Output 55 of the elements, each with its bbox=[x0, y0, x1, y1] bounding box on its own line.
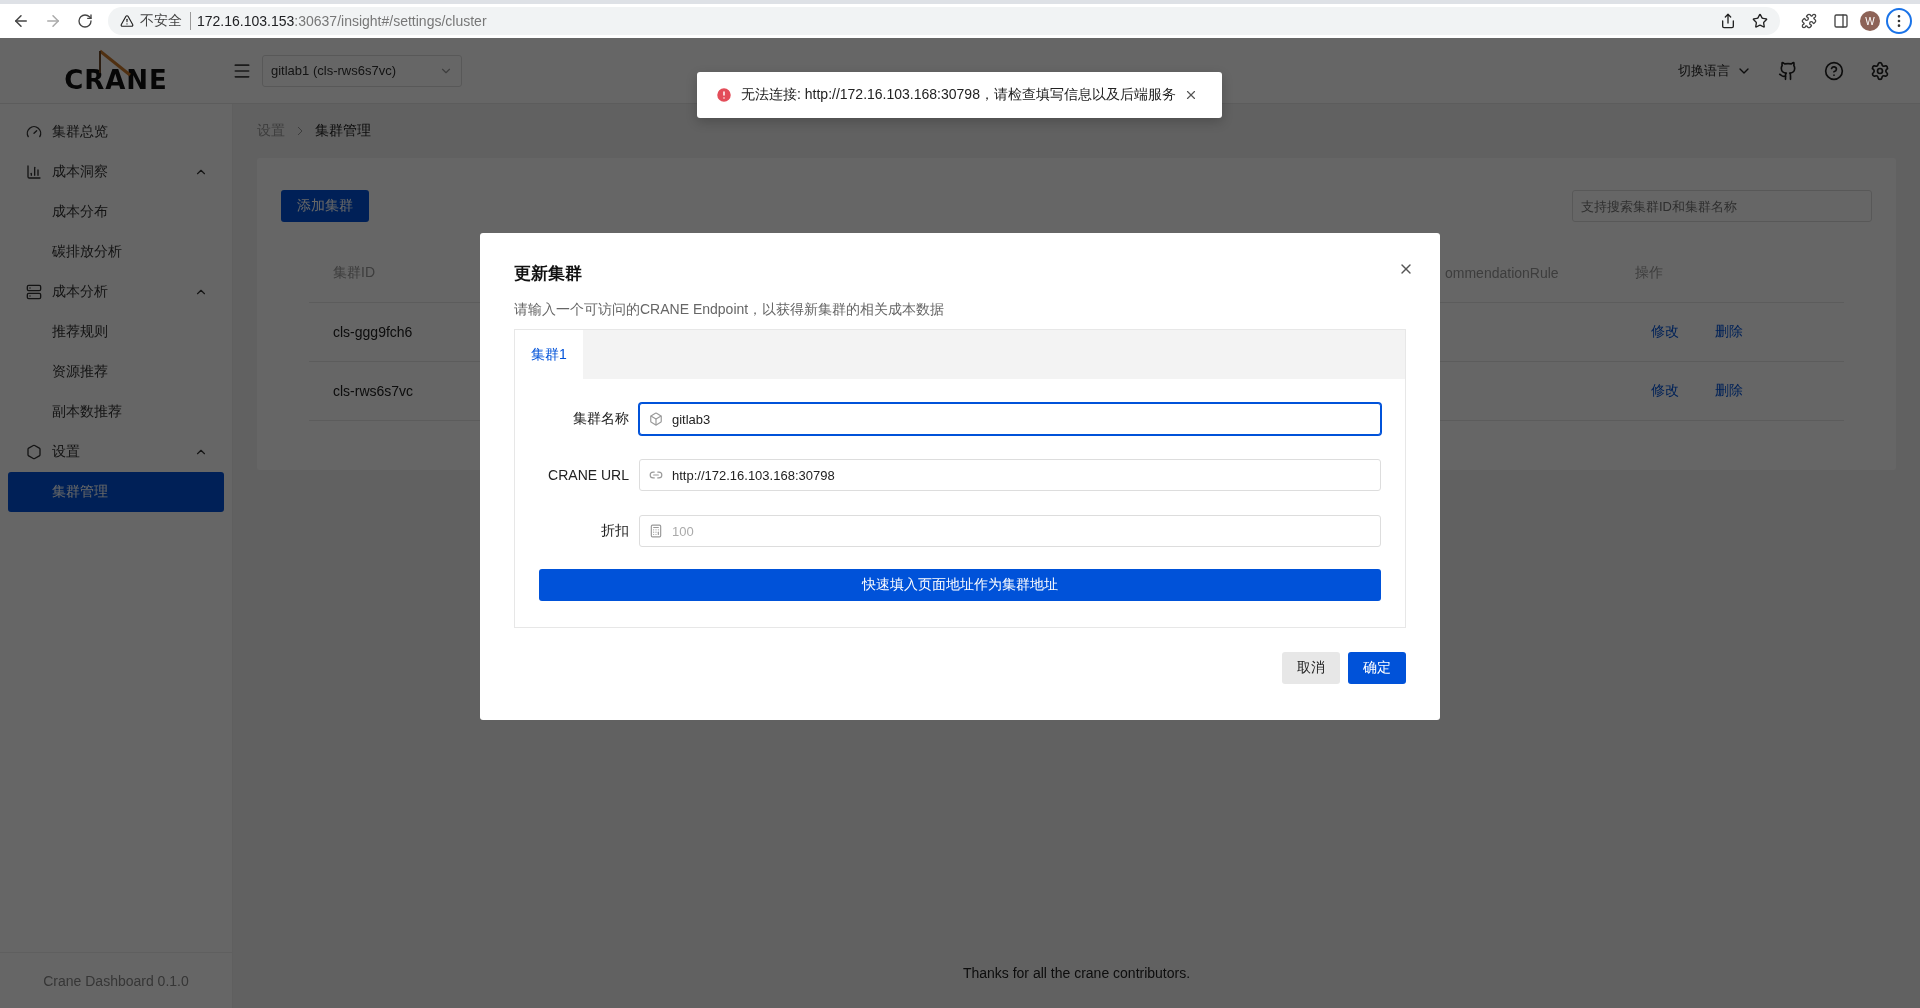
share-icon[interactable] bbox=[1720, 13, 1736, 29]
error-icon bbox=[715, 86, 733, 104]
chevron-right-icon bbox=[295, 126, 305, 136]
breadcrumb-item: 集群管理 bbox=[315, 122, 371, 140]
action-link[interactable]: 修改 bbox=[1651, 323, 1679, 341]
field-label: 折扣 bbox=[600, 522, 629, 540]
tab[interactable]: 集群1 bbox=[515, 330, 583, 379]
field-label: CRANE URL bbox=[547, 467, 629, 483]
sidebar-icon bbox=[26, 444, 42, 460]
sidebar-item[interactable]: 推荐规则 bbox=[8, 312, 224, 352]
sidebar-icon bbox=[26, 284, 42, 300]
menu-icon[interactable] bbox=[1886, 8, 1912, 34]
url-text: 172.16.103.153:30637/insight#/settings/cluster bbox=[197, 13, 487, 29]
sidebar-item[interactable]: 副本数推荐 bbox=[8, 392, 224, 432]
action-link[interactable]: 修改 bbox=[1651, 382, 1679, 400]
input-field[interactable]: 100 bbox=[639, 515, 1381, 547]
security-label: 不安全 bbox=[140, 12, 191, 30]
dialog-title: 更新集群 bbox=[514, 262, 583, 285]
sidebar-item[interactable]: 成本分布 bbox=[8, 192, 224, 232]
cube-icon bbox=[649, 412, 663, 426]
sidebar-item[interactable]: 成本洞察 bbox=[8, 152, 224, 192]
language-dropdown[interactable]: 切换语言 bbox=[1678, 61, 1752, 80]
field-label: 集群名称 bbox=[572, 410, 629, 428]
sidebar-icon bbox=[26, 164, 42, 180]
link-icon bbox=[649, 468, 663, 482]
sidebar-item[interactable]: 资源推荐 bbox=[8, 352, 224, 392]
table-cell: cls-rws6s7vc bbox=[333, 383, 414, 399]
warning-icon bbox=[120, 14, 134, 28]
sidebar-item[interactable]: 成本分析 bbox=[8, 272, 224, 312]
input-field[interactable]: gitlab3 bbox=[639, 403, 1381, 435]
sidebar-icon bbox=[26, 124, 42, 140]
footer-text: Thanks for all the crane contributors. bbox=[961, 964, 1192, 983]
sidebar-item[interactable]: 设置 bbox=[8, 432, 224, 472]
add-cluster-button[interactable]: 添加集群 bbox=[281, 190, 369, 222]
sidebar-item[interactable]: 碳排放分析 bbox=[8, 232, 224, 272]
sidebar-item[interactable]: 集群总览 bbox=[8, 112, 224, 152]
profile-avatar[interactable]: W bbox=[1860, 11, 1880, 31]
help-icon[interactable] bbox=[1824, 60, 1844, 81]
confirm-button[interactable]: 确定 bbox=[1348, 652, 1406, 684]
github-icon[interactable] bbox=[1778, 60, 1798, 81]
cancel-button[interactable]: 取消 bbox=[1282, 652, 1340, 684]
bookmark-icon[interactable] bbox=[1752, 13, 1768, 29]
table-cell: cls-ggg9fch6 bbox=[333, 324, 413, 340]
input-field[interactable]: http://172.16.103.168:30798 bbox=[639, 459, 1381, 491]
logo: CRANE bbox=[64, 64, 168, 95]
autofill-button[interactable]: 快速填入页面地址作为集群地址 bbox=[539, 569, 1381, 601]
action-link[interactable]: 删除 bbox=[1715, 382, 1743, 400]
cluster-select[interactable]: gitlab1 (cls-rws6s7vc) bbox=[262, 54, 462, 87]
dialog-description: 请输入一个可访问的CRANE Endpoint，以获得新集群的相关成本数据 bbox=[514, 301, 946, 319]
action-link[interactable]: 删除 bbox=[1715, 323, 1743, 341]
toast-message: 无法连接: http://172.16.103.168:30798，请检查填写信息以及后端服务 bbox=[741, 86, 1176, 104]
calculator-icon bbox=[649, 524, 663, 538]
sidebar-item[interactable]: 集群管理 bbox=[8, 472, 224, 512]
settings-icon[interactable] bbox=[1870, 60, 1890, 81]
address-bar[interactable]: 不安全 172.16.103.153:30637/insight#/settings/cluster bbox=[108, 7, 1780, 35]
